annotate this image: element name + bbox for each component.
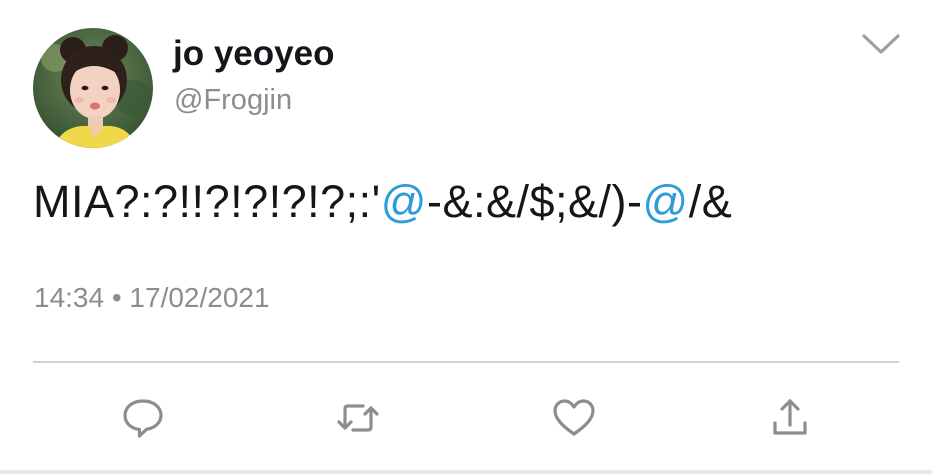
divider: [33, 361, 899, 363]
mention-link[interactable]: @: [643, 176, 689, 227]
tweet-card: jo yeoyeo @Frogjin MIA?:?!!?!?!?!?;:'@-&…: [0, 0, 932, 474]
share-button[interactable]: [767, 395, 813, 441]
tweet-text: MIA?:?!!?!?!?!?;:'@-&:&/$;&/)-@/&: [33, 172, 732, 232]
share-icon: [773, 399, 807, 435]
display-name[interactable]: jo yeoyeo: [173, 34, 334, 74]
retweet-button[interactable]: [335, 395, 381, 441]
reply-button[interactable]: [120, 395, 166, 441]
tweet-timestamp[interactable]: 14:34 • 17/02/2021: [34, 282, 270, 314]
tweet-text-part: MIA?:?!!?!?!?!?;:': [33, 176, 381, 227]
retweet-icon: [337, 404, 379, 432]
tweet-text-part: /&: [688, 176, 733, 227]
tweet-menu-button[interactable]: [860, 30, 902, 58]
profile-photo-icon: [33, 28, 153, 148]
like-button[interactable]: [551, 395, 597, 441]
reply-icon: [123, 399, 163, 438]
tweet-text-part: -&:&/$;&/)-: [426, 176, 643, 227]
heart-icon: [553, 399, 595, 436]
bottom-border: [0, 470, 932, 474]
chevron-down-icon: [862, 34, 900, 54]
user-handle[interactable]: @Frogjin: [174, 84, 292, 117]
avatar[interactable]: [33, 28, 153, 148]
mention-link[interactable]: @: [381, 176, 427, 227]
